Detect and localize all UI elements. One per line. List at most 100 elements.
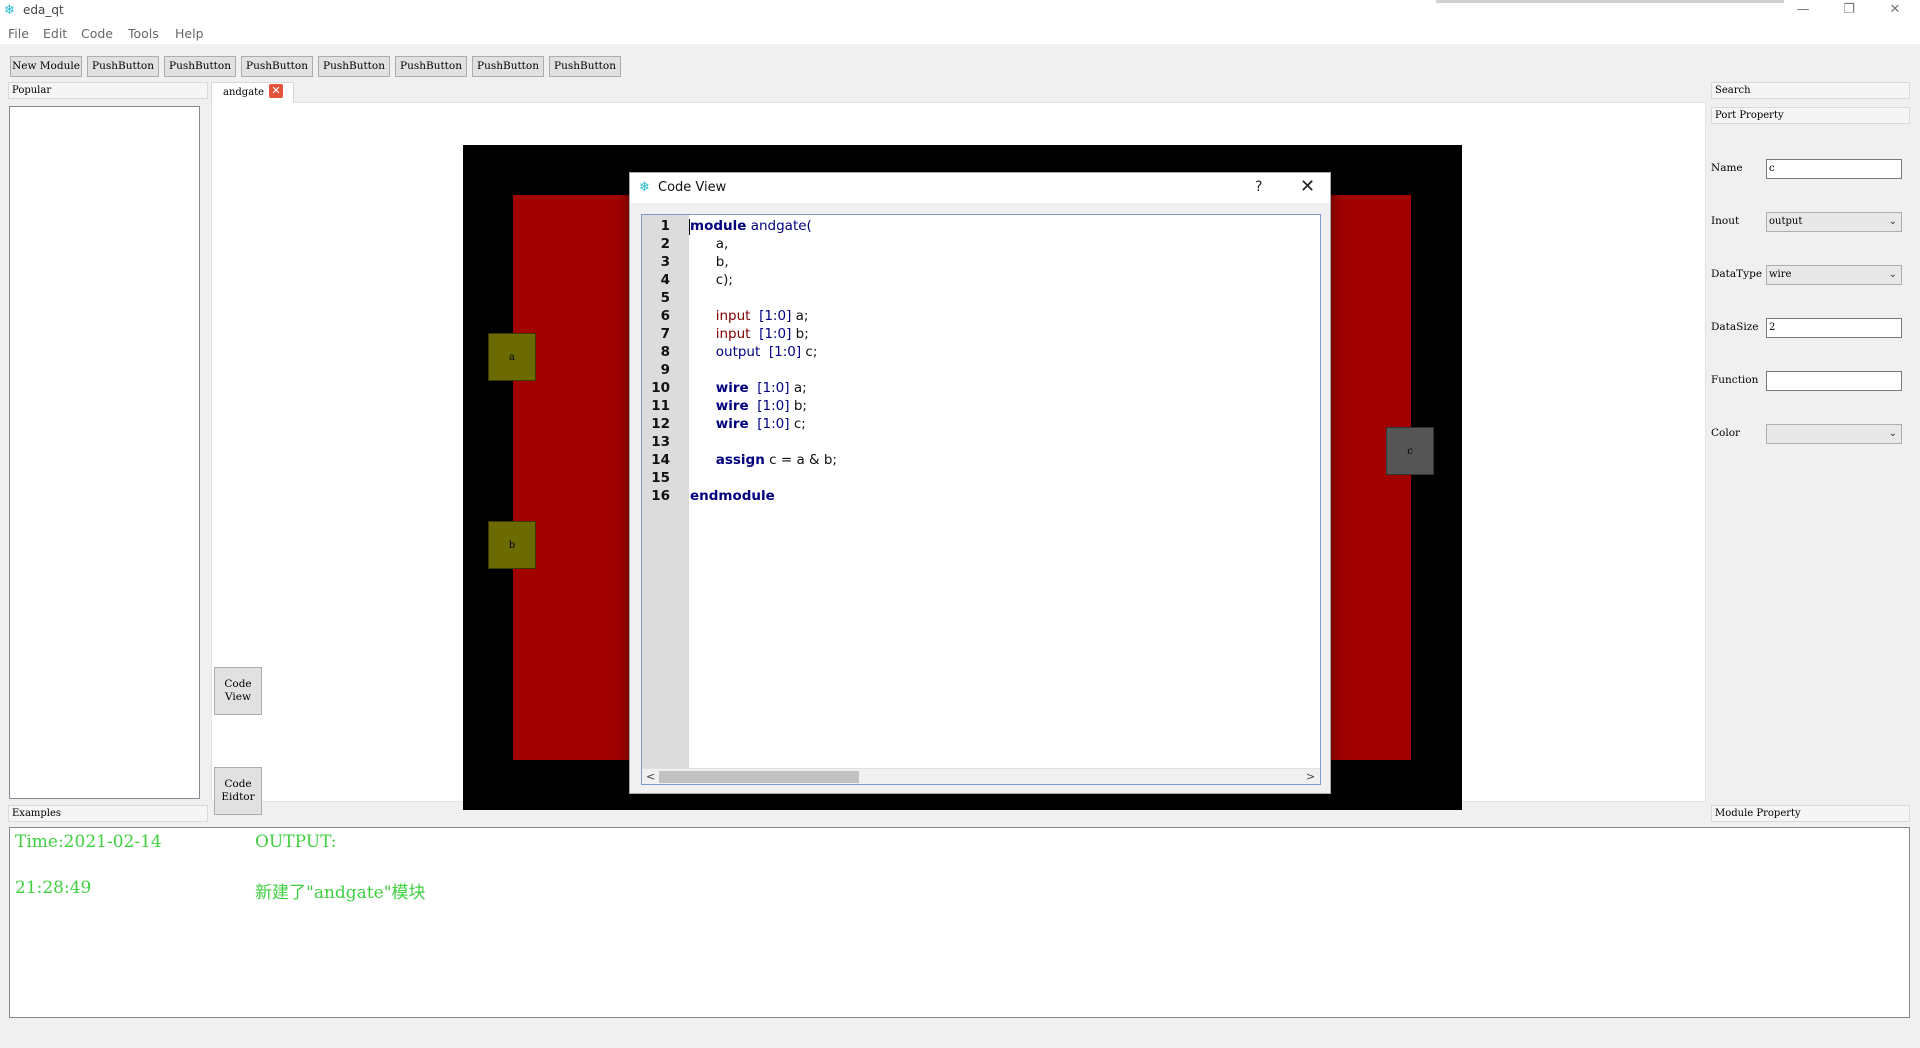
datatype-select[interactable]: wire ⌄ (1766, 265, 1902, 285)
popular-list[interactable] (9, 106, 200, 799)
keyword: endmodule (690, 488, 775, 504)
examples-dock-title: Examples (8, 805, 208, 822)
inout-value: output (1769, 216, 1803, 227)
line-number: 6 (660, 308, 670, 324)
line-number: 5 (660, 290, 670, 306)
code-editor[interactable]: 1 2 3 4 5 6 7 8 9 10 11 12 13 14 15 16 m… (641, 214, 1321, 785)
range: [1:0] (768, 344, 802, 360)
new-module-button[interactable]: New Module (10, 56, 82, 77)
identifier: b; (789, 398, 807, 414)
push-button-2[interactable]: PushButton (164, 56, 236, 77)
keyword: input (715, 308, 751, 324)
function-field[interactable] (1766, 371, 1902, 391)
dialog-title-bar: ❄ Code View ? ✕ (630, 173, 1330, 203)
range: [1:0] (757, 380, 790, 396)
datasize-field[interactable]: 2 (1766, 318, 1902, 338)
push-button-6[interactable]: PushButton (472, 56, 544, 77)
code-line: wire [1:0] b; (690, 398, 807, 414)
scroll-thumb[interactable] (659, 771, 859, 783)
app-icon: ❄ (4, 3, 15, 18)
chevron-down-icon: ⌄ (1888, 216, 1897, 227)
output-label: OUTPUT: (255, 832, 337, 852)
function-label: Function (1711, 374, 1759, 386)
line-number: 10 (651, 380, 670, 396)
identifier: c; (789, 416, 806, 432)
port-c[interactable]: c (1386, 427, 1434, 475)
line-number: 11 (651, 398, 670, 414)
push-button-4[interactable]: PushButton (318, 56, 390, 77)
horizontal-scrollbar[interactable]: < > (642, 768, 1320, 784)
code-line: input [1:0] a; (690, 308, 809, 324)
keyword: wire (715, 380, 749, 396)
restore-button[interactable]: ❐ (1826, 0, 1872, 22)
code-text: andgate( (746, 218, 812, 234)
range: [1:0] (757, 398, 790, 414)
line-number: 9 (660, 362, 670, 378)
inout-label: Inout (1711, 215, 1740, 227)
scroll-right-icon[interactable]: > (1306, 770, 1315, 783)
code-view-dialog: ❄ Code View ? ✕ 1 2 3 4 5 6 7 8 9 10 11 … (629, 172, 1331, 794)
code-line: module andgate( (690, 218, 812, 234)
menu-tools[interactable]: Tools (128, 26, 159, 41)
line-number: 4 (660, 272, 670, 288)
tab-close-icon[interactable]: ✕ (269, 84, 283, 98)
datatype-label: DataType (1711, 268, 1763, 280)
inout-select[interactable]: output ⌄ (1766, 212, 1902, 232)
range: [1:0] (759, 326, 792, 342)
dialog-title: Code View (658, 180, 727, 195)
port-b[interactable]: b (488, 521, 536, 569)
chevron-down-icon: ⌄ (1888, 428, 1897, 439)
minimize-button[interactable]: — (1780, 0, 1826, 22)
background-window-edge (1436, 0, 1784, 3)
keyword: input (715, 326, 751, 342)
name-field[interactable]: c (1766, 159, 1902, 179)
color-select[interactable]: ⌄ (1766, 424, 1902, 444)
keyword: output (715, 344, 761, 360)
line-number: 2 (660, 236, 670, 252)
line-number: 12 (651, 416, 670, 432)
range: [1:0] (759, 308, 792, 324)
menu-edit[interactable]: Edit (43, 26, 67, 41)
help-button[interactable]: ? (1255, 179, 1262, 195)
output-time-value: 21:28:49 (15, 878, 92, 898)
port-a[interactable]: a (488, 333, 536, 381)
close-dialog-button[interactable]: ✕ (1300, 176, 1315, 197)
identifier: a; (791, 308, 809, 324)
identifier: a; (789, 380, 807, 396)
push-button-3[interactable]: PushButton (241, 56, 313, 77)
color-label: Color (1711, 427, 1741, 439)
identifier: c; (801, 344, 818, 360)
menu-bar: File Edit Code Tools Help (0, 22, 1920, 44)
push-button-1[interactable]: PushButton (87, 56, 159, 77)
close-window-button[interactable]: ✕ (1872, 0, 1918, 22)
datasize-label: DataSize (1711, 321, 1759, 333)
code-line: b, (690, 254, 729, 270)
code-line: input [1:0] b; (690, 326, 809, 342)
code-line: wire [1:0] a; (690, 380, 807, 396)
line-number: 1 (660, 218, 670, 234)
code-line: a, (690, 236, 729, 252)
line-number: 15 (651, 470, 670, 486)
title-bar: ❄ eda_qt — ❐ ✕ (0, 0, 1920, 22)
push-button-5[interactable]: PushButton (395, 56, 467, 77)
scroll-left-icon[interactable]: < (646, 770, 655, 783)
code-text: c = a & b; (764, 452, 837, 468)
search-dock-title: Search (1711, 82, 1910, 99)
menu-code[interactable]: Code (81, 26, 113, 41)
app-icon: ❄ (639, 180, 650, 195)
line-number: 16 (651, 488, 670, 504)
tab-label: andgate (223, 87, 265, 98)
module-property-title: Module Property (1711, 805, 1910, 822)
menu-file[interactable]: File (8, 26, 29, 41)
code-line: assign c = a & b; (690, 452, 837, 468)
output-time-label: Time:2021-02-14 (15, 832, 162, 852)
line-number: 14 (651, 452, 670, 468)
output-message: 新建了"andgate"模块 (255, 883, 426, 903)
line-number: 13 (651, 434, 670, 450)
code-editor-button[interactable]: Code Eidtor (214, 767, 262, 815)
code-view-button[interactable]: Code View (214, 667, 262, 715)
keyword: assign (715, 452, 765, 468)
menu-help[interactable]: Help (175, 26, 204, 41)
push-button-7[interactable]: PushButton (549, 56, 621, 77)
output-console[interactable]: Time:2021-02-14 21:28:49 OUTPUT: 新建了"and… (9, 827, 1910, 1018)
